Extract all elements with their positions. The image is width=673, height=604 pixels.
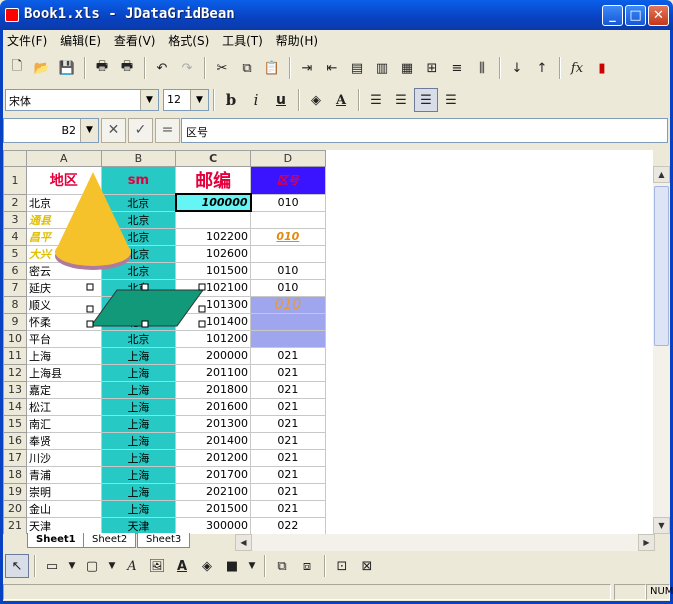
parallelogram-shape[interactable] [86, 283, 206, 328]
status-empty [614, 584, 646, 600]
function-icon[interactable]: fx [565, 56, 589, 80]
maximize-button[interactable]: □ [625, 5, 646, 26]
cell-reference-value: B2 [61, 124, 76, 137]
insert-column-icon[interactable]: ⇤ [320, 56, 344, 80]
column-width-icon[interactable]: ⫼ [470, 56, 494, 80]
save-icon[interactable]: 💾 [55, 56, 79, 80]
cell-reference-box[interactable]: B2 ▼ [3, 118, 99, 143]
print-preview-icon[interactable]: 🖶 [115, 56, 139, 80]
scroll-up-icon[interactable]: ▲ [653, 166, 670, 183]
rectangle-icon[interactable]: ▭ [40, 554, 64, 578]
sort-descending-icon[interactable]: ↑ [530, 56, 554, 80]
sheet-tab-1[interactable]: Sheet1 [27, 533, 85, 548]
formula-input[interactable]: 区号 [181, 118, 668, 143]
cancel-edit-button[interactable]: ✕ [101, 118, 126, 143]
chevron-down-icon[interactable]: ▼ [245, 554, 259, 578]
cone-shape[interactable] [55, 172, 131, 270]
undo-icon[interactable]: ↶ [150, 56, 174, 80]
underline-button[interactable]: u [269, 88, 293, 112]
format-toolbar: 宋体 ▼ 12 ▼ b i u ◈ A ☰ ☰ ☰ ☰ [3, 87, 670, 113]
status-bar: NUM [3, 582, 673, 601]
align-right-icon[interactable]: ☰ [414, 88, 438, 112]
menu-file[interactable]: 文件(F) [3, 30, 52, 49]
cut-icon[interactable]: ✂ [210, 56, 234, 80]
status-message [3, 584, 611, 600]
group-icon[interactable]: ⧉ [270, 554, 294, 578]
scroll-down-icon[interactable]: ▼ [653, 517, 670, 534]
ungroup-icon[interactable]: ⧈ [295, 554, 319, 578]
merge-cells-icon[interactable]: ⊞ [420, 56, 444, 80]
scroll-left-icon[interactable]: ◀ [235, 534, 252, 551]
num-lock-indicator: NUM [646, 584, 673, 600]
open-folder-icon[interactable]: 📂 [30, 56, 54, 80]
font-family-select[interactable]: 宋体 ▼ [5, 89, 159, 111]
insert-cell-icon[interactable]: ▦ [395, 56, 419, 80]
justify-icon[interactable]: ☰ [439, 88, 463, 112]
shapes-layer [55, 172, 206, 328]
scroll-thumb[interactable] [654, 186, 669, 346]
scroll-right-icon[interactable]: ▶ [638, 534, 655, 551]
font-family-value: 宋体 [9, 95, 31, 108]
sheet-tab-bar: Sheet1 Sheet2 Sheet3 ◀ ▶ [3, 533, 670, 551]
redo-icon[interactable]: ↷ [175, 56, 199, 80]
image-icon[interactable]: 🖼 [145, 554, 169, 578]
paste-icon[interactable]: 📋 [260, 56, 284, 80]
delete-column-icon[interactable]: ▥ [370, 56, 394, 80]
bold-button[interactable]: b [219, 88, 243, 112]
horizontal-scrollbar[interactable]: ◀ ▶ [235, 534, 655, 551]
title-bar: Book1.xls - JDataGridBean _ □ ✕ [0, 0, 673, 30]
print-icon[interactable]: 🖶 [90, 56, 114, 80]
select-arrow-icon[interactable]: ↖ [5, 554, 29, 578]
align-left-icon[interactable]: ☰ [364, 88, 388, 112]
fill-icon[interactable]: ◈ [195, 554, 219, 578]
chevron-down-icon[interactable]: ▼ [140, 90, 158, 110]
font-size-select[interactable]: 12 ▼ [163, 89, 209, 111]
menu-edit[interactable]: 编辑(E) [56, 30, 106, 49]
equals-button[interactable]: = [155, 118, 180, 143]
app-icon [5, 8, 19, 22]
formula-bar: B2 ▼ ✕ ✓ = 区号 [3, 118, 668, 145]
font-color-button[interactable]: A [329, 88, 353, 112]
fill-color-icon[interactable]: ◈ [304, 88, 328, 112]
menu-format[interactable]: 格式(S) [164, 30, 214, 49]
drawing-toolbar: ↖ ▭ ▼ ▢ ▼ A 🖼 A ◈ ■ ▼ ⧉ ⧈ ⊡ ⊠ [3, 552, 670, 580]
align-center-icon[interactable]: ☰ [389, 88, 413, 112]
minimize-button[interactable]: _ [602, 5, 623, 26]
text-icon[interactable]: A [120, 554, 144, 578]
sheet-tab-2[interactable]: Sheet2 [83, 533, 137, 548]
chevron-down-icon[interactable]: ▼ [105, 554, 119, 578]
chevron-down-icon[interactable]: ▼ [80, 119, 98, 142]
menu-help[interactable]: 帮助(H) [272, 30, 323, 49]
row-height-icon[interactable]: ≡ [445, 56, 469, 80]
shadow-icon[interactable]: ■ [220, 554, 244, 578]
vertical-scrollbar[interactable]: ▲ ▼ [653, 166, 670, 534]
menu-view[interactable]: 查看(V) [110, 30, 161, 49]
menu-tools[interactable]: 工具(T) [218, 30, 268, 49]
spreadsheet-grid[interactable]: A B C D 1 地区 sm 邮编 区号 2 北京 北京 100000 010 3 通县北… [3, 150, 653, 534]
chart-icon[interactable]: ▮ [590, 56, 614, 80]
new-file-icon[interactable]: 🗋 [5, 56, 29, 80]
shape-icon[interactable]: ▢ [80, 554, 104, 578]
sheet-tab-3[interactable]: Sheet3 [137, 533, 191, 548]
insert-row-icon[interactable]: ⇥ [295, 56, 319, 80]
confirm-edit-button[interactable]: ✓ [128, 118, 153, 143]
align-frame-icon[interactable]: ⊡ [330, 554, 354, 578]
standard-toolbar: 🗋 📂 💾 🖶 🖶 ↶ ↷ ✂ ⧉ 📋 ⇥ ⇤ ▤ ▥ ▦ ⊞ ≡ ⫼ ↓ ↑ … [3, 54, 670, 82]
menu-bar: 文件(F) 编辑(E) 查看(V) 格式(S) 工具(T) 帮助(H) [3, 30, 670, 50]
window-title: Book1.xls - JDataGridBean [24, 6, 235, 22]
chevron-down-icon[interactable]: ▼ [65, 554, 79, 578]
font-color-icon[interactable]: A [170, 554, 194, 578]
delete-row-icon[interactable]: ▤ [345, 56, 369, 80]
close-button[interactable]: ✕ [648, 5, 669, 26]
distribute-icon[interactable]: ⊠ [355, 554, 379, 578]
copy-icon[interactable]: ⧉ [235, 56, 259, 80]
italic-button[interactable]: i [244, 88, 268, 112]
font-size-value: 12 [167, 93, 181, 106]
sort-ascending-icon[interactable]: ↓ [505, 56, 529, 80]
chevron-down-icon[interactable]: ▼ [190, 90, 208, 110]
